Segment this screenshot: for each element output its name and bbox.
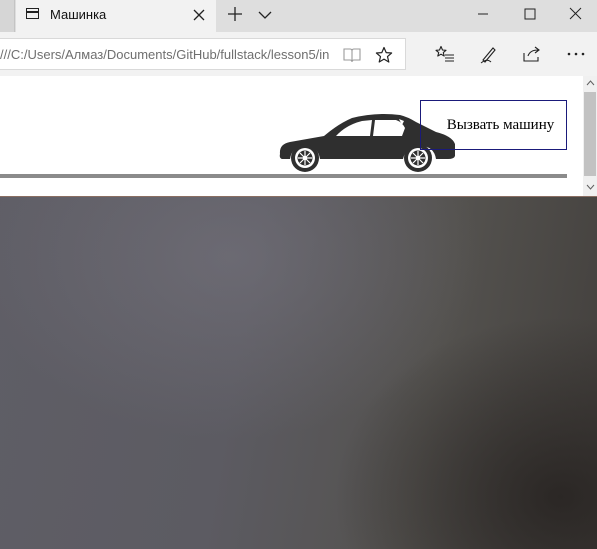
address-url[interactable]: ///C:/Users/Алмаз/Documents/GitHub/fulls…: [0, 47, 334, 62]
tab-list-button[interactable]: [250, 0, 280, 32]
star-icon[interactable]: [374, 45, 394, 65]
share-icon[interactable]: [521, 44, 543, 64]
close-icon[interactable]: [192, 8, 206, 22]
more-icon[interactable]: [565, 44, 587, 64]
minimize-icon: [477, 7, 489, 25]
minimize-button[interactable]: [460, 0, 506, 32]
plus-icon: [227, 6, 243, 27]
call-car-button[interactable]: Вызвать машину: [420, 100, 567, 150]
pen-icon[interactable]: [478, 44, 500, 64]
active-tab[interactable]: Машинка: [16, 0, 216, 32]
desktop-background: [0, 196, 597, 549]
page-content: Вызвать машину: [0, 76, 583, 196]
previous-tab-sliver[interactable]: [0, 0, 15, 32]
address-bar[interactable]: ///C:/Users/Алмаз/Documents/GitHub/fulls…: [0, 38, 406, 70]
scroll-up-icon[interactable]: [583, 76, 597, 90]
maximize-button[interactable]: [507, 0, 553, 32]
page-scrollbar[interactable]: [583, 76, 597, 196]
new-tab-button[interactable]: [220, 0, 250, 32]
maximize-icon: [524, 7, 536, 25]
road-line: [0, 174, 567, 178]
favorites-list-icon[interactable]: [434, 44, 456, 64]
browser-toolbar: ///C:/Users/Алмаз/Documents/GitHub/fulls…: [0, 32, 597, 76]
scroll-down-icon[interactable]: [583, 180, 597, 194]
tab-bar: Машинка: [0, 0, 597, 32]
tab-title: Машинка: [50, 7, 107, 22]
close-window-icon: [569, 7, 582, 25]
chevron-down-icon: [258, 7, 272, 25]
page-icon: [26, 8, 39, 19]
close-window-button[interactable]: [552, 0, 597, 32]
scrollbar-thumb[interactable]: [584, 92, 596, 176]
book-icon[interactable]: [342, 45, 362, 65]
